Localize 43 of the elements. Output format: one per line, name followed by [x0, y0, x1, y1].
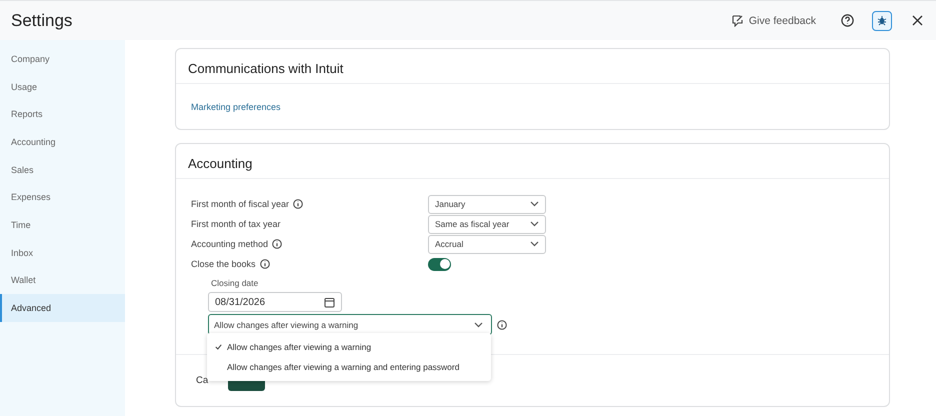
sidebar-item[interactable]: Accounting	[0, 128, 125, 156]
chevron-down-icon	[530, 221, 539, 227]
dropdown-select[interactable]: Allow changes after viewing a warning	[208, 314, 492, 335]
toggle-switch[interactable]	[428, 258, 451, 270]
sidebar-item[interactable]: Company	[0, 45, 125, 73]
sidebar-item[interactable]: Time	[0, 211, 125, 239]
sidebar-item[interactable]: Expenses	[0, 183, 125, 212]
feedback-icon	[730, 14, 744, 26]
field-label: First month of tax year	[191, 219, 281, 229]
sidebar-item[interactable]: Usage	[0, 72, 125, 100]
help-icon	[840, 14, 854, 27]
sidebar-item[interactable]: Wallet	[0, 266, 125, 294]
menu-item[interactable]: Allow changes after viewing a warning and entering password	[207, 357, 491, 377]
field-label: Accounting method	[191, 239, 268, 249]
bug-icon	[877, 15, 887, 26]
date-field[interactable]: 08/31/2026	[208, 292, 342, 312]
menu-item[interactable]: Allow changes after viewing a warning	[207, 337, 491, 357]
info-icon[interactable]	[272, 239, 282, 249]
info-icon[interactable]	[497, 320, 507, 330]
page-title: Settings	[11, 10, 74, 30]
field-label: Close the books	[191, 259, 256, 269]
app-button[interactable]	[872, 10, 892, 30]
sidebar-item[interactable]: Advanced	[0, 294, 125, 322]
close-icon	[912, 15, 922, 26]
card-title: Accounting	[176, 144, 889, 179]
info-icon[interactable]	[293, 199, 304, 209]
dropdown-select[interactable]: January	[428, 194, 546, 214]
cancel-button[interactable]: Ca	[196, 375, 208, 386]
card-title: Communications with Intuit	[176, 49, 889, 84]
chevron-down-icon	[530, 201, 539, 207]
dropdown-select[interactable]: Same as fiscal year	[428, 214, 546, 234]
chevron-down-icon	[530, 241, 539, 247]
sidebar-item[interactable]: Inbox	[0, 238, 125, 266]
sidebar-item[interactable]: Reports	[0, 100, 125, 128]
chevron-down-icon	[474, 322, 483, 328]
feedback-button[interactable]: Give feedback	[730, 14, 816, 26]
field-label: Closing date	[211, 278, 260, 288]
calendar-icon[interactable]	[324, 296, 335, 308]
marketing-preferences-link[interactable]: Marketing preferences	[191, 102, 281, 112]
dropdown-select[interactable]: Accrual	[428, 234, 546, 254]
field-label: First month of fiscal year	[191, 199, 290, 209]
sidebar-item[interactable]: Sales	[0, 156, 125, 184]
info-icon[interactable]	[260, 259, 270, 269]
